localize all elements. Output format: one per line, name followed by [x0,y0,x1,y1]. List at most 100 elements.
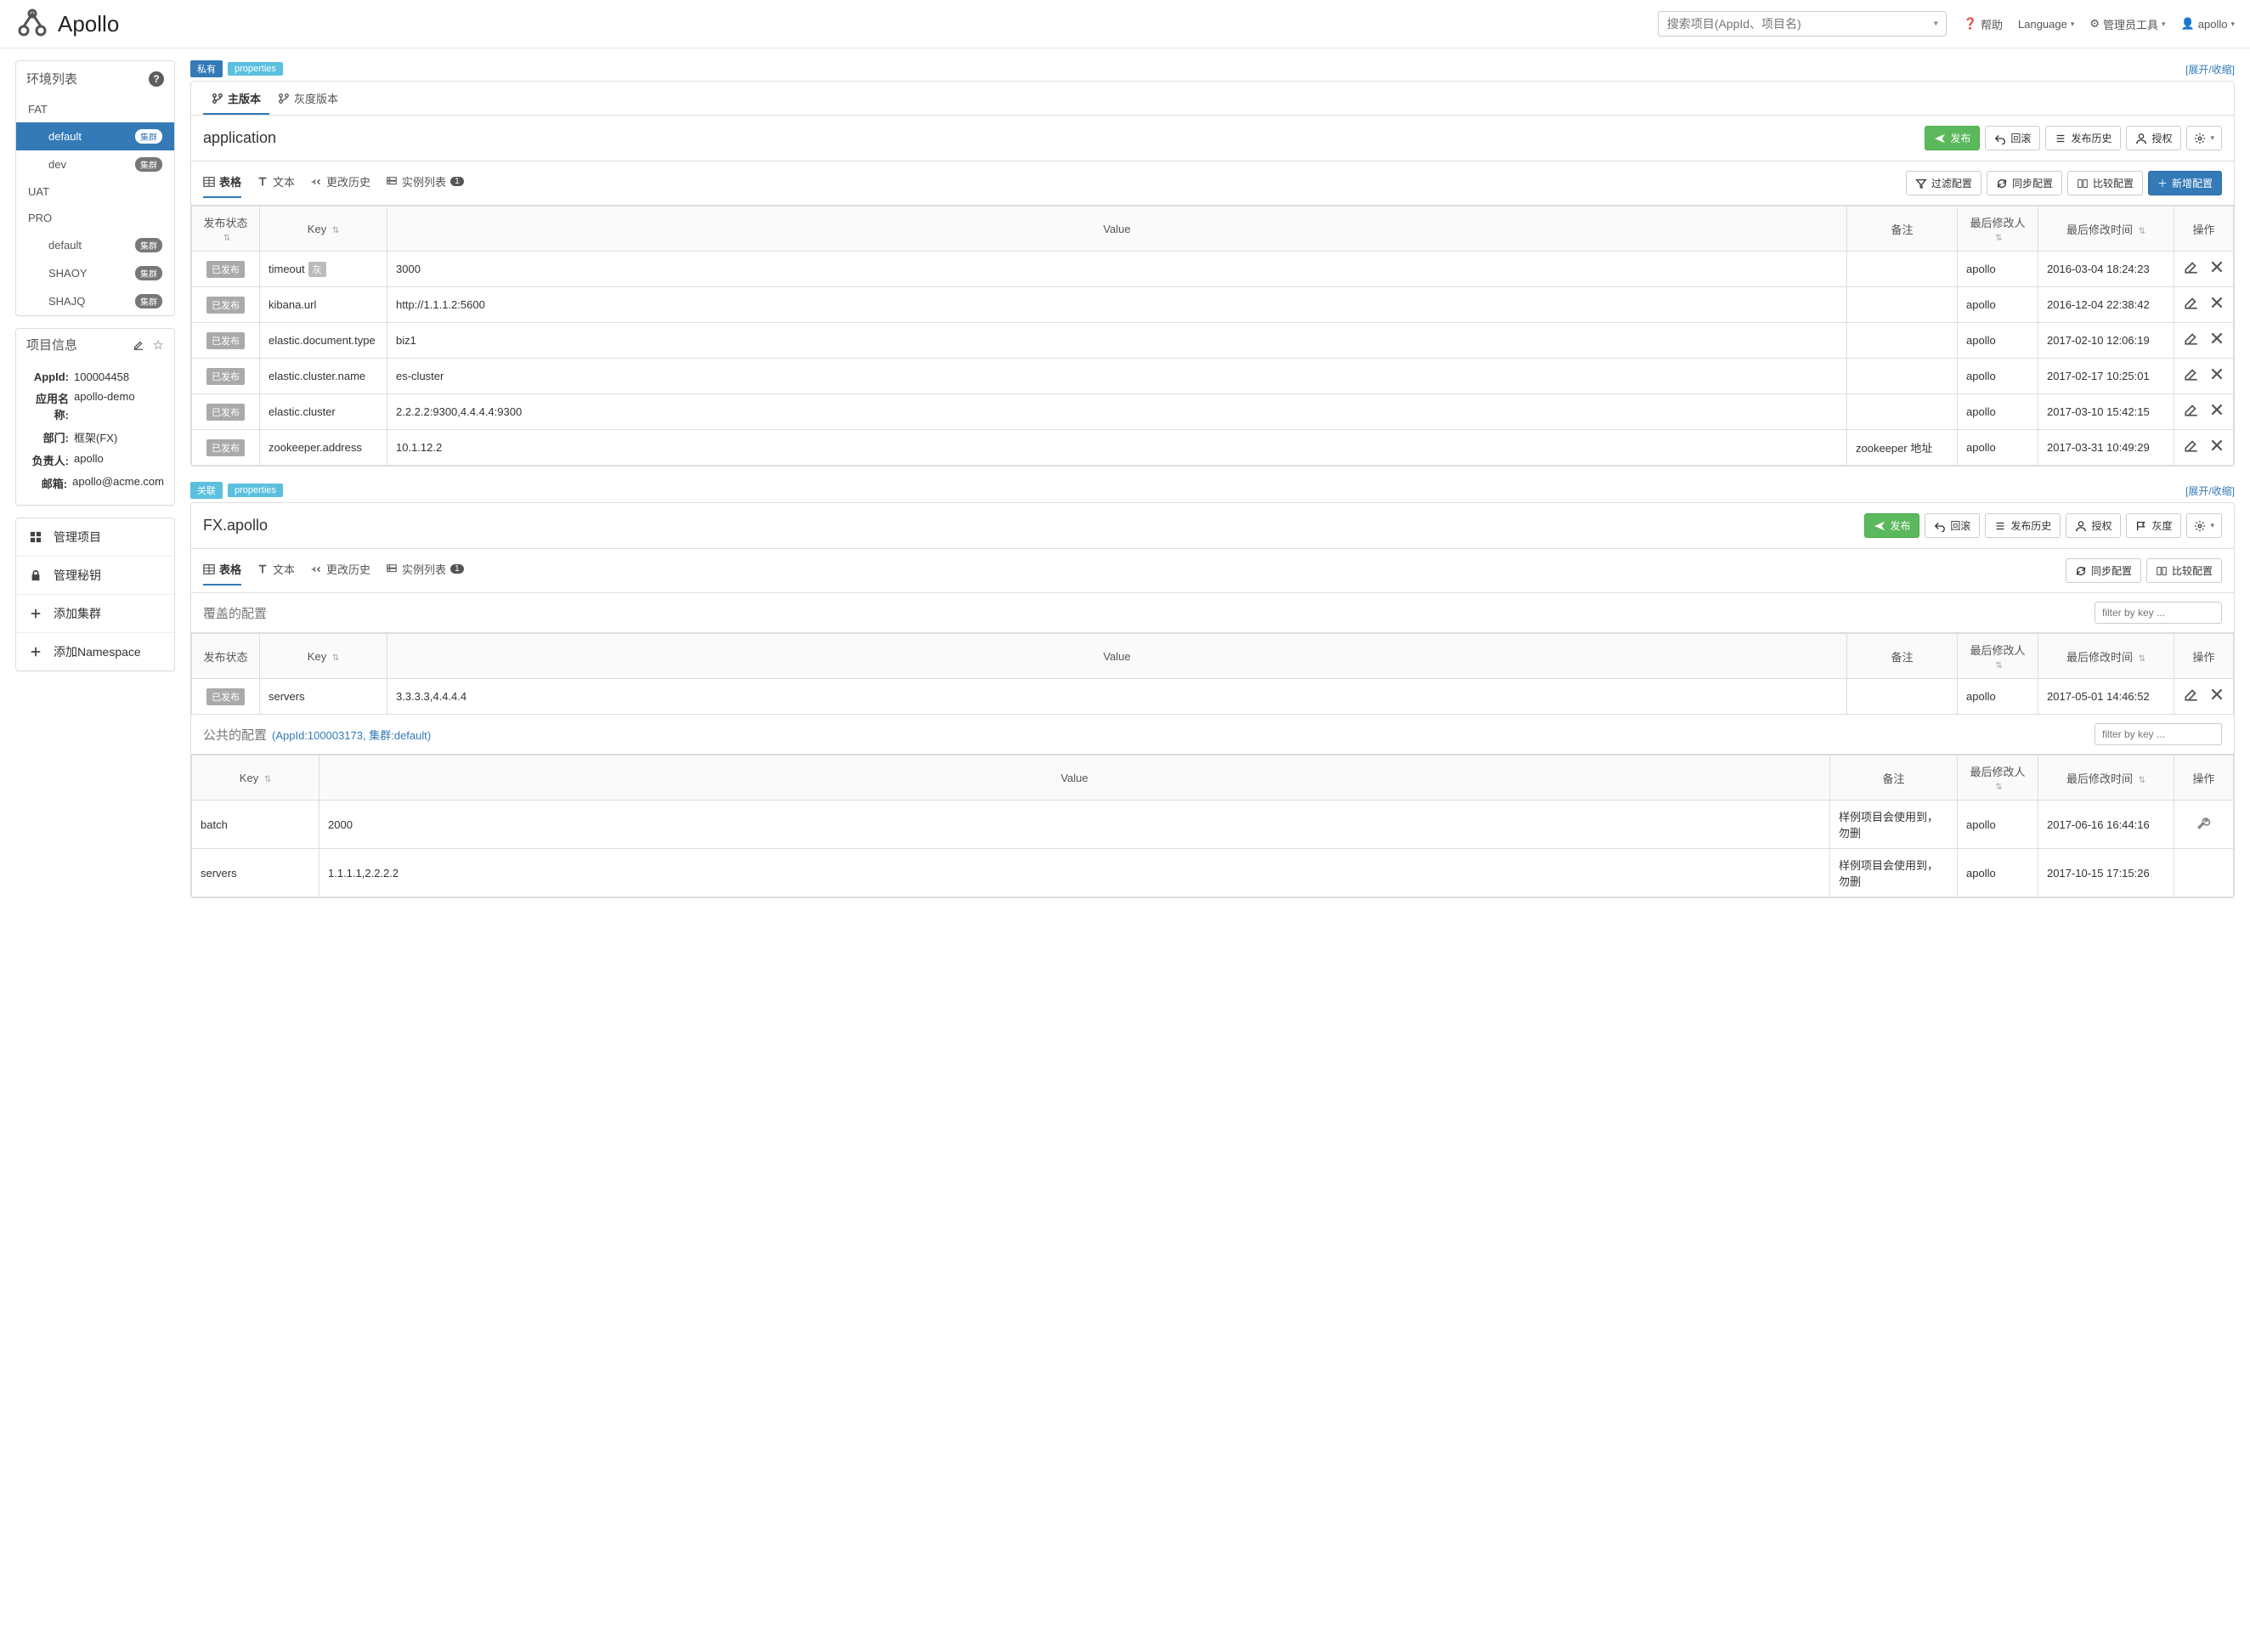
rollback-button-label: 回滚 [1950,518,1970,533]
subtab-text[interactable]: 文本 [257,168,295,198]
cluster-badge: 集群 [135,129,162,144]
help-icon[interactable]: ? [149,71,164,87]
nav-help[interactable]: ❓ 帮助 [1964,16,2003,32]
table-row: 已发布 elastic.document.type biz1 apollo 20… [192,323,2234,359]
gray-button[interactable]: 灰度 [2126,513,2181,538]
delete-icon[interactable] [2209,438,2225,457]
plus-icon [28,644,43,659]
publish-button[interactable]: 发布 [1864,513,1919,538]
table-row: 已发布 kibana.url http://1.1.1.2:5600 apoll… [192,287,2234,323]
cluster-item[interactable]: default集群 [16,122,174,150]
subtab-table[interactable]: 表格 [203,556,241,586]
add-conf-button[interactable]: ＋新增配置 [2148,171,2222,195]
wrench-icon[interactable] [2196,821,2212,834]
auth-button[interactable]: 授权 [2126,126,2181,150]
sort-icon[interactable]: ⇅ [2139,654,2145,664]
nav-language[interactable]: Language ▾ [2018,18,2074,31]
chevron-down-icon[interactable]: ▾ [1934,20,1938,29]
env-group[interactable]: FAT [16,96,174,122]
delete-icon[interactable] [2209,295,2225,314]
rollback-button[interactable]: 回滚 [1925,513,1980,538]
delete-icon[interactable] [2209,259,2225,279]
side-link[interactable]: 添加集群 [16,594,174,632]
edit-icon[interactable] [133,337,144,353]
env-group[interactable]: UAT [16,178,174,205]
cell-value: 10.1.12.2 [387,430,1847,466]
toggle-expand-link[interactable]: [展开/收缩] [2185,62,2235,76]
cluster-item[interactable]: SHAOY集群 [16,259,174,287]
sort-icon[interactable]: ⇅ [1995,661,2002,670]
sort-icon[interactable]: ⇅ [332,653,339,663]
table-row: batch 2000 样例项目会使用到，勿删 apollo 2017-06-16… [192,801,2234,849]
history-button-label: 发布历史 [2010,518,2051,533]
project-email: apollo@acme.com [72,475,164,491]
star-icon[interactable]: ☆ [153,337,164,353]
history-button[interactable]: 发布历史 [2045,126,2121,150]
subtab-table[interactable]: 表格 [203,168,241,198]
history-button[interactable]: 发布历史 [1985,513,2061,538]
namespace-scope-tag: 私有 [190,60,223,77]
edit-icon[interactable] [2184,295,2199,314]
edit-icon[interactable] [2184,259,2199,279]
subtab-changes[interactable]: 更改历史 [310,556,370,586]
search-input[interactable] [1658,11,1947,37]
cluster-item[interactable]: dev集群 [16,150,174,178]
sync-conf-button[interactable]: 同步配置 [2066,558,2141,583]
edit-icon[interactable] [2184,366,2199,386]
settings-button[interactable]: ▾ [2186,126,2222,150]
filter-conf-button[interactable]: 过滤配置 [1906,171,1981,195]
table-row: 已发布 servers 3.3.3.3,4.4.4.4 apollo 2017-… [192,679,2234,715]
env-group[interactable]: PRO [16,205,174,231]
settings-button[interactable]: ▾ [2186,513,2222,538]
auth-button[interactable]: 授权 [2066,513,2121,538]
cell-note: 样例项目会使用到，勿删 [1830,801,1958,849]
edit-icon[interactable] [2184,331,2199,350]
cluster-badge: 集群 [135,266,162,280]
filter-input[interactable] [2095,602,2222,624]
sync-conf-button-icon [2075,564,2087,577]
delete-icon[interactable] [2209,366,2225,386]
cell-value: 2000 [319,801,1830,849]
delete-icon[interactable] [2209,687,2225,706]
side-link[interactable]: 管理秘钥 [16,556,174,594]
namespace-block: 关联 properties [展开/收缩] FX.apollo 发布回滚发布历史… [190,482,2235,898]
config-table: 发布状态 ⇅ Key ⇅ Value 备注 最后修改人 ⇅ 最后修改时间 ⇅ 操… [191,206,2234,466]
cell-modifier: apollo [1958,801,2038,849]
edit-icon[interactable] [2184,402,2199,421]
sort-icon[interactable]: ⇅ [1995,234,2002,243]
delete-icon[interactable] [2209,331,2225,350]
tab-main-version[interactable]: 主版本 [203,82,269,115]
sort-icon[interactable]: ⇅ [1995,783,2002,792]
cluster-item[interactable]: SHAJQ集群 [16,287,174,315]
nav-language-label: Language [2018,18,2067,31]
tab-gray-version[interactable]: 灰度版本 [269,82,347,115]
sort-icon[interactable]: ⇅ [2139,776,2145,785]
rollback-button[interactable]: 回滚 [1985,126,2040,150]
publish-button[interactable]: 发布 [1925,126,1980,150]
sort-icon[interactable]: ⇅ [223,234,230,243]
edit-icon[interactable] [2184,438,2199,457]
cluster-item[interactable]: default集群 [16,231,174,259]
subtab-instances[interactable]: 实例列表1 [386,168,464,198]
cell-note [1847,679,1958,715]
subtab-changes[interactable]: 更改历史 [310,168,370,198]
label: 负责人: [26,452,74,468]
nav-user[interactable]: 👤 apollo ▾ [2181,17,2235,31]
nav-admin-tools[interactable]: ⚙ 管理员工具 ▾ [2089,16,2165,32]
compare-conf-button[interactable]: 比较配置 [2146,558,2222,583]
toggle-expand-link[interactable]: [展开/收缩] [2185,484,2235,498]
sort-icon[interactable]: ⇅ [264,775,271,784]
subtab-text[interactable]: 文本 [257,556,295,586]
sort-icon[interactable]: ⇅ [332,226,339,235]
cell-modifier: apollo [1958,359,2038,394]
sync-conf-button[interactable]: 同步配置 [1987,171,2062,195]
subtab-instances[interactable]: 实例列表1 [386,556,464,586]
side-link[interactable]: 添加Namespace [16,632,174,670]
side-link[interactable]: 管理项目 [16,518,174,556]
compare-conf-button[interactable]: 比较配置 [2067,171,2143,195]
sort-icon[interactable]: ⇅ [2139,227,2145,236]
delete-icon[interactable] [2209,402,2225,421]
brand[interactable]: Apollo [15,7,119,41]
edit-icon[interactable] [2184,687,2199,706]
filter-input[interactable] [2095,723,2222,745]
